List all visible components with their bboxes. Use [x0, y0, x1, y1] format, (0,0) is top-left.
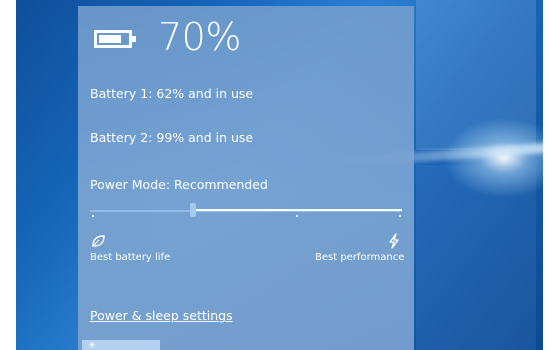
slider-active-range[interactable]: [196, 209, 402, 211]
power-mode-label: Power Mode: Recommended: [90, 177, 268, 192]
brightness-quick-action[interactable]: ☀: [82, 340, 160, 350]
best-battery-life-label: Best battery life: [90, 252, 171, 263]
battery-percentage: 70%: [158, 15, 241, 59]
leaf-icon: [92, 235, 105, 247]
battery-flyout: 70% Battery 1: 62% and in use Battery 2:…: [78, 6, 414, 350]
lightning-icon: [389, 233, 399, 249]
battery-fill: [99, 35, 121, 43]
battery-2-status: Battery 2: 99% and in use: [90, 130, 254, 145]
slider-thumb[interactable]: [190, 203, 196, 217]
brightness-icon: ☀: [88, 340, 97, 350]
battery-icon: [94, 30, 136, 48]
battery-1-status: Battery 1: 62% and in use: [90, 86, 254, 101]
power-sleep-settings-link[interactable]: Power & sleep settings: [90, 308, 233, 323]
best-performance-label: Best performance: [315, 252, 405, 263]
